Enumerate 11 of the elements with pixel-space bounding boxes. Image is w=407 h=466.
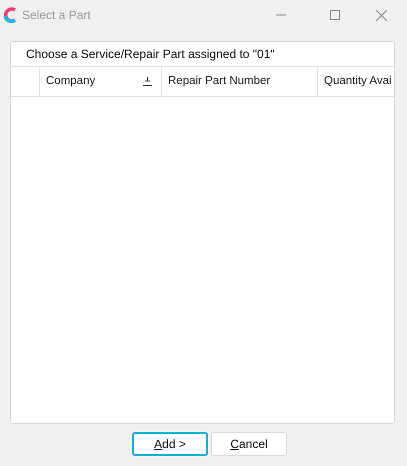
window-title: Select a Part — [22, 7, 91, 24]
column-header[interactable]: Company — [40, 67, 162, 96]
close-icon[interactable] — [376, 10, 387, 20]
dialog-button[interactable]: Add > — [132, 432, 208, 456]
column-header[interactable]: Repair Part Number — [162, 67, 318, 96]
sort-icon — [142, 77, 153, 86]
column-header[interactable]: Quantity Avai — [318, 67, 394, 96]
app-logo-icon — [3, 7, 17, 23]
dialog-button[interactable]: Cancel — [211, 432, 287, 456]
panel-caption: Choose a Service/Repair Part assigned to "01" — [26, 46, 275, 63]
maximize-icon[interactable] — [330, 10, 340, 20]
